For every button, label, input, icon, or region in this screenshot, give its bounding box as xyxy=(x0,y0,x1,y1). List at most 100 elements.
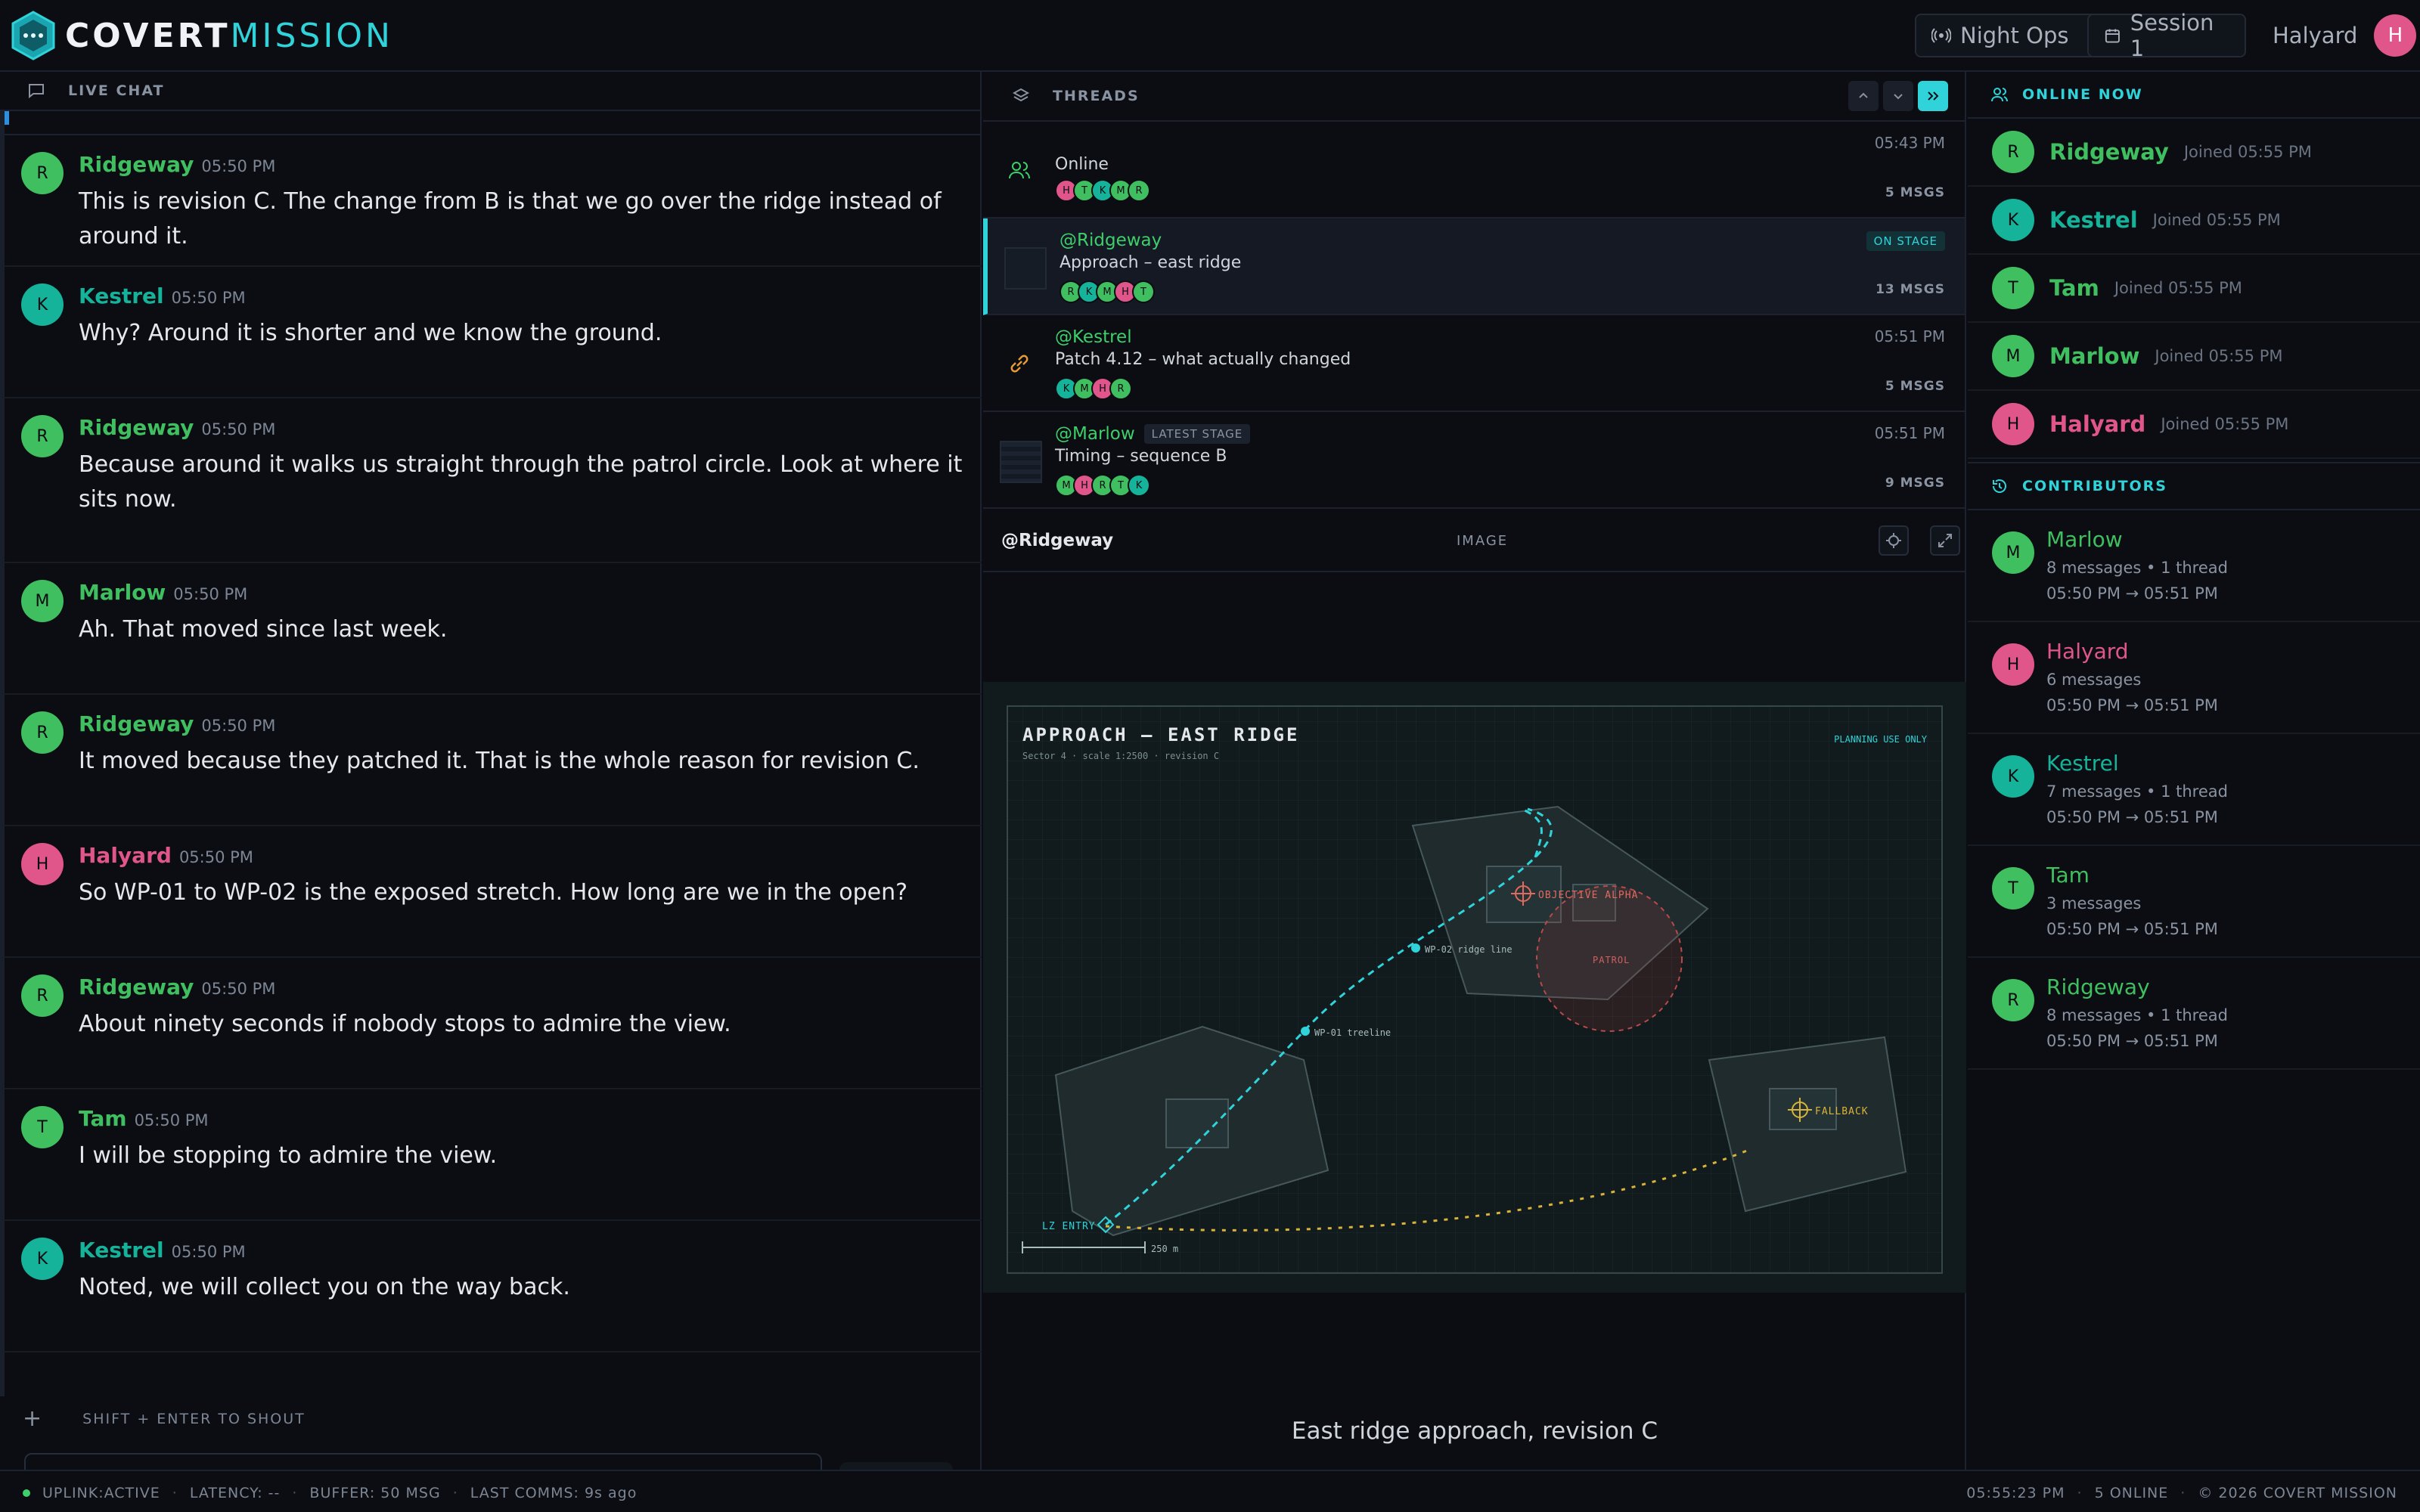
thread-message-count: 5 MSGS xyxy=(1885,185,1945,200)
viewer-author: @Ridgeway xyxy=(1001,531,1114,550)
contributor-item[interactable]: K Kestrel 7 messages • 1 thread 05:50 PM → … xyxy=(1968,734,2420,846)
image-caption: East ridge approach, revision C xyxy=(1291,1418,1658,1445)
contributor-avatar: T xyxy=(1992,867,2034,909)
online-user[interactable]: T Tam Joined 05:55 PM xyxy=(1968,255,2420,323)
user-avatar[interactable]: H xyxy=(2374,14,2417,57)
link-icon xyxy=(1004,349,1035,379)
contributor-item[interactable]: H Halyard 6 messages 05:50 PM → 05:51 PM xyxy=(1968,622,2420,734)
contributor-stats: 8 messages • 1 thread xyxy=(2046,1006,2228,1024)
online-user[interactable]: M Marlow Joined 05:55 PM xyxy=(1968,323,2420,391)
chat-message[interactable]: T Tam 05:50 PM I will be stopping to admire… xyxy=(5,1089,982,1221)
message-author[interactable]: Ridgeway xyxy=(79,415,194,440)
message-avatar[interactable]: K xyxy=(21,284,64,326)
online-user[interactable]: H Halyard Joined 05:55 PM xyxy=(1968,391,2420,459)
message-author[interactable]: Tam xyxy=(79,1106,127,1131)
participant-avatar: K xyxy=(1128,474,1150,497)
thread-jump-latest-button[interactable] xyxy=(1918,81,1948,111)
message-author[interactable]: Kestrel xyxy=(79,1238,164,1263)
user-menu[interactable]: Halyard H xyxy=(2273,14,2417,57)
message-author[interactable]: Ridgeway xyxy=(79,974,194,999)
live-chat-panel: LIVE CHAT R Ridgeway 05:50 PM This is revis… xyxy=(0,72,982,1512)
message-author[interactable]: Marlow xyxy=(79,580,166,605)
chat-message-list[interactable]: R Ridgeway 05:50 PM This is revision C. The… xyxy=(0,111,982,1396)
thread-title: Online xyxy=(1055,155,1109,174)
message-avatar[interactable]: R xyxy=(21,711,64,754)
last-comms-status: LAST COMMS: 9s ago xyxy=(470,1485,638,1501)
chat-message[interactable]: M Marlow 05:50 PM Ah. That moved since last… xyxy=(5,563,982,695)
status-bar: UPLINK:ACTIVE · LATENCY: -- · BUFFER: 50 M… xyxy=(0,1470,2420,1512)
history-icon xyxy=(1992,479,2006,493)
night-ops-button[interactable]: Night Ops xyxy=(1915,14,2104,57)
message-author[interactable]: Halyard xyxy=(79,843,172,868)
online-user-joined: Joined 05:55 PM xyxy=(2155,347,2283,365)
online-user-joined: Joined 05:55 PM xyxy=(2161,415,2289,433)
session-label: Session 1 xyxy=(2130,10,2214,61)
message-author[interactable]: Ridgeway xyxy=(79,152,194,177)
participant-avatar: R xyxy=(1109,377,1132,400)
clock: 05:55:23 PM xyxy=(1966,1485,2065,1501)
calendar-icon xyxy=(2105,29,2120,43)
uplink-status-dot xyxy=(23,1489,30,1497)
thread-time: 05:43 PM xyxy=(1874,134,1945,152)
message-avatar[interactable]: M xyxy=(21,580,64,622)
threads-title: THREADS xyxy=(1053,88,1140,104)
wp02-label: WP-02 ridge line xyxy=(1425,944,1512,955)
contributor-item[interactable]: T Tam 3 messages 05:50 PM → 05:51 PM xyxy=(1968,846,2420,958)
attach-plus-icon[interactable]: + xyxy=(23,1405,42,1432)
waypoint-wp02 xyxy=(1411,943,1420,953)
message-author[interactable]: Ridgeway xyxy=(79,711,194,736)
thread-message-count: 5 MSGS xyxy=(1885,379,1945,394)
thread-item-approach[interactable]: @Ridgeway ON STAGE Approach – east ridge… xyxy=(983,218,1965,315)
chat-message[interactable]: R Ridgeway 05:50 PM This is revision C. The… xyxy=(5,135,982,267)
viewer-target-button[interactable] xyxy=(1879,525,1909,556)
online-user-name: Halyard xyxy=(2049,411,2146,437)
online-user-joined: Joined 05:55 PM xyxy=(2152,211,2281,229)
message-avatar[interactable]: K xyxy=(21,1238,64,1280)
contributor-stats: 3 messages xyxy=(2046,894,2142,912)
message-author[interactable]: Kestrel xyxy=(79,284,164,308)
chat-message[interactable]: H Halyard 05:50 PM So WP-01 to WP-02 is the… xyxy=(5,826,982,958)
thread-next-button[interactable] xyxy=(1883,81,1913,111)
copyright: © 2026 COVERT MISSION xyxy=(2198,1485,2397,1501)
waypoint-wp01 xyxy=(1301,1027,1310,1036)
online-user[interactable]: R Ridgeway Joined 05:55 PM xyxy=(1968,119,2420,187)
contributor-name: Ridgeway xyxy=(2046,974,2150,999)
thread-item-patch[interactable]: @Kestrel Patch 4.12 – what actually chan… xyxy=(983,315,1965,412)
chat-message[interactable]: R Ridgeway 05:50 PM About ninety seconds if… xyxy=(5,958,982,1089)
thread-author: @Marlow LATEST STAGE xyxy=(1055,424,1251,444)
message-avatar[interactable]: H xyxy=(21,843,64,885)
contributor-time-range: 05:50 PM → 05:51 PM xyxy=(2046,920,2218,938)
thread-item-timing[interactable]: @Marlow LATEST STAGE Timing – sequence B … xyxy=(983,412,1965,509)
viewer-expand-button[interactable] xyxy=(1930,525,1960,556)
contributor-item[interactable]: R Ridgeway 8 messages • 1 thread 05:50 PM →… xyxy=(1968,958,2420,1070)
thread-time: 05:51 PM xyxy=(1874,424,1945,442)
contributor-list: M Marlow 8 messages • 1 thread 05:50 PM → 0… xyxy=(1968,510,2420,1070)
session-button[interactable]: Session 1 xyxy=(2087,10,2246,61)
chat-message[interactable]: R Ridgeway 05:50 PM Because around it walks… xyxy=(5,398,982,563)
message-text: Ah. That moved since last week. xyxy=(79,616,448,643)
contributor-avatar: M xyxy=(1992,531,2034,574)
message-avatar[interactable]: T xyxy=(21,1106,64,1148)
contributor-time-range: 05:50 PM → 05:51 PM xyxy=(2046,1032,2218,1050)
message-avatar[interactable]: R xyxy=(21,152,64,194)
chat-message[interactable]: R Ridgeway 05:50 PM It moved because they p… xyxy=(5,695,982,826)
online-user[interactable]: K Kestrel Joined 05:55 PM xyxy=(1968,187,2420,255)
message-avatar[interactable]: R xyxy=(21,415,64,457)
crosshair-icon xyxy=(1886,533,1901,548)
thread-item-online[interactable]: Online 05:43 PM HTKMR 5 MSGS xyxy=(983,122,1965,218)
chat-message[interactable]: K Kestrel 05:50 PM Why? Around it is shorte… xyxy=(5,267,982,398)
contributor-item[interactable]: M Marlow 8 messages • 1 thread 05:50 PM → 0… xyxy=(1968,510,2420,622)
logo[interactable]: COVERTMISSION xyxy=(11,11,393,60)
online-user-name: Tam xyxy=(2049,275,2099,301)
chat-bubble-icon xyxy=(29,84,44,99)
tactical-map-image[interactable]: APPROACH — EAST RIDGE Sector 4 · scale 1… xyxy=(983,682,1966,1293)
thread-prev-button[interactable] xyxy=(1848,81,1879,111)
chat-message[interactable]: K Kestrel 05:50 PM Noted, we will collect y… xyxy=(5,1221,982,1352)
online-user-name: Marlow xyxy=(2049,343,2140,369)
message-text: Because around it walks us straight thro… xyxy=(79,451,963,513)
online-now-header: ONLINE NOW xyxy=(1968,72,2420,119)
message-avatar[interactable]: R xyxy=(21,974,64,1017)
thread-title: Timing – sequence B xyxy=(1055,447,1227,466)
buffer-status: BUFFER: 50 MSG xyxy=(309,1485,441,1501)
online-user-avatar: H xyxy=(1992,403,2034,445)
